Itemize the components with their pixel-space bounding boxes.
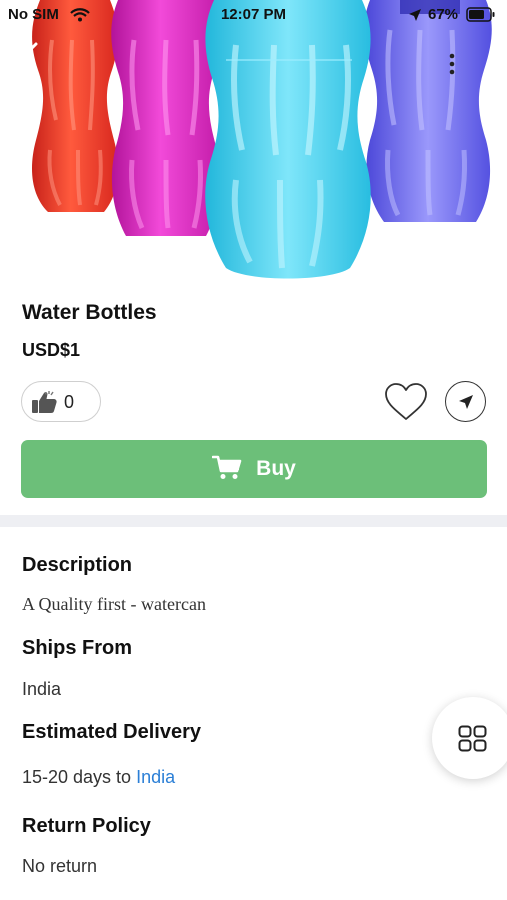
return-policy-value: No return <box>22 856 98 876</box>
ships-from-heading: Ships From <box>22 637 133 659</box>
product-image[interactable]: No SIM 12:07 PM 67% <box>0 0 507 290</box>
send-icon <box>459 395 473 409</box>
delivery-value: 15-20 days to India <box>22 767 175 788</box>
like-count: 0 <box>64 392 75 412</box>
back-button[interactable] <box>14 40 44 80</box>
product-price: USD$1 <box>22 340 81 360</box>
delivery-days: 15-20 days to <box>22 767 137 787</box>
description-text: A Quality first - watercan <box>22 594 206 614</box>
cart-icon <box>211 455 242 486</box>
ships-from-value: India <box>22 679 62 699</box>
delivery-country-link[interactable]: India <box>136 767 175 787</box>
product-detail-screen: No SIM 12:07 PM 67% Water Bottles USD$1 … <box>0 0 507 900</box>
description-heading: Description <box>22 554 133 576</box>
chevron-left-icon <box>18 42 38 78</box>
like-button[interactable]: 0 <box>21 381 101 422</box>
product-title: Water Bottles <box>22 301 157 324</box>
buy-button-label: Buy <box>256 457 296 480</box>
favorite-button[interactable] <box>383 381 429 423</box>
heart-icon <box>385 383 427 420</box>
battery-percent: 67% <box>428 6 459 23</box>
section-divider <box>0 515 507 527</box>
thumbs-up-icon <box>31 390 59 419</box>
buy-button[interactable]: Buy <box>21 440 487 498</box>
share-button[interactable] <box>445 381 486 422</box>
delivery-heading: Estimated Delivery <box>22 721 201 743</box>
status-bar: No SIM 12:07 PM 67% <box>0 0 507 30</box>
bottles-illustration <box>32 0 492 279</box>
more-vertical-icon <box>449 53 455 75</box>
return-policy-heading: Return Policy <box>22 815 151 837</box>
grid-icon <box>458 725 487 752</box>
grid-menu-button[interactable] <box>432 697 507 779</box>
more-options-button[interactable] <box>440 50 464 80</box>
